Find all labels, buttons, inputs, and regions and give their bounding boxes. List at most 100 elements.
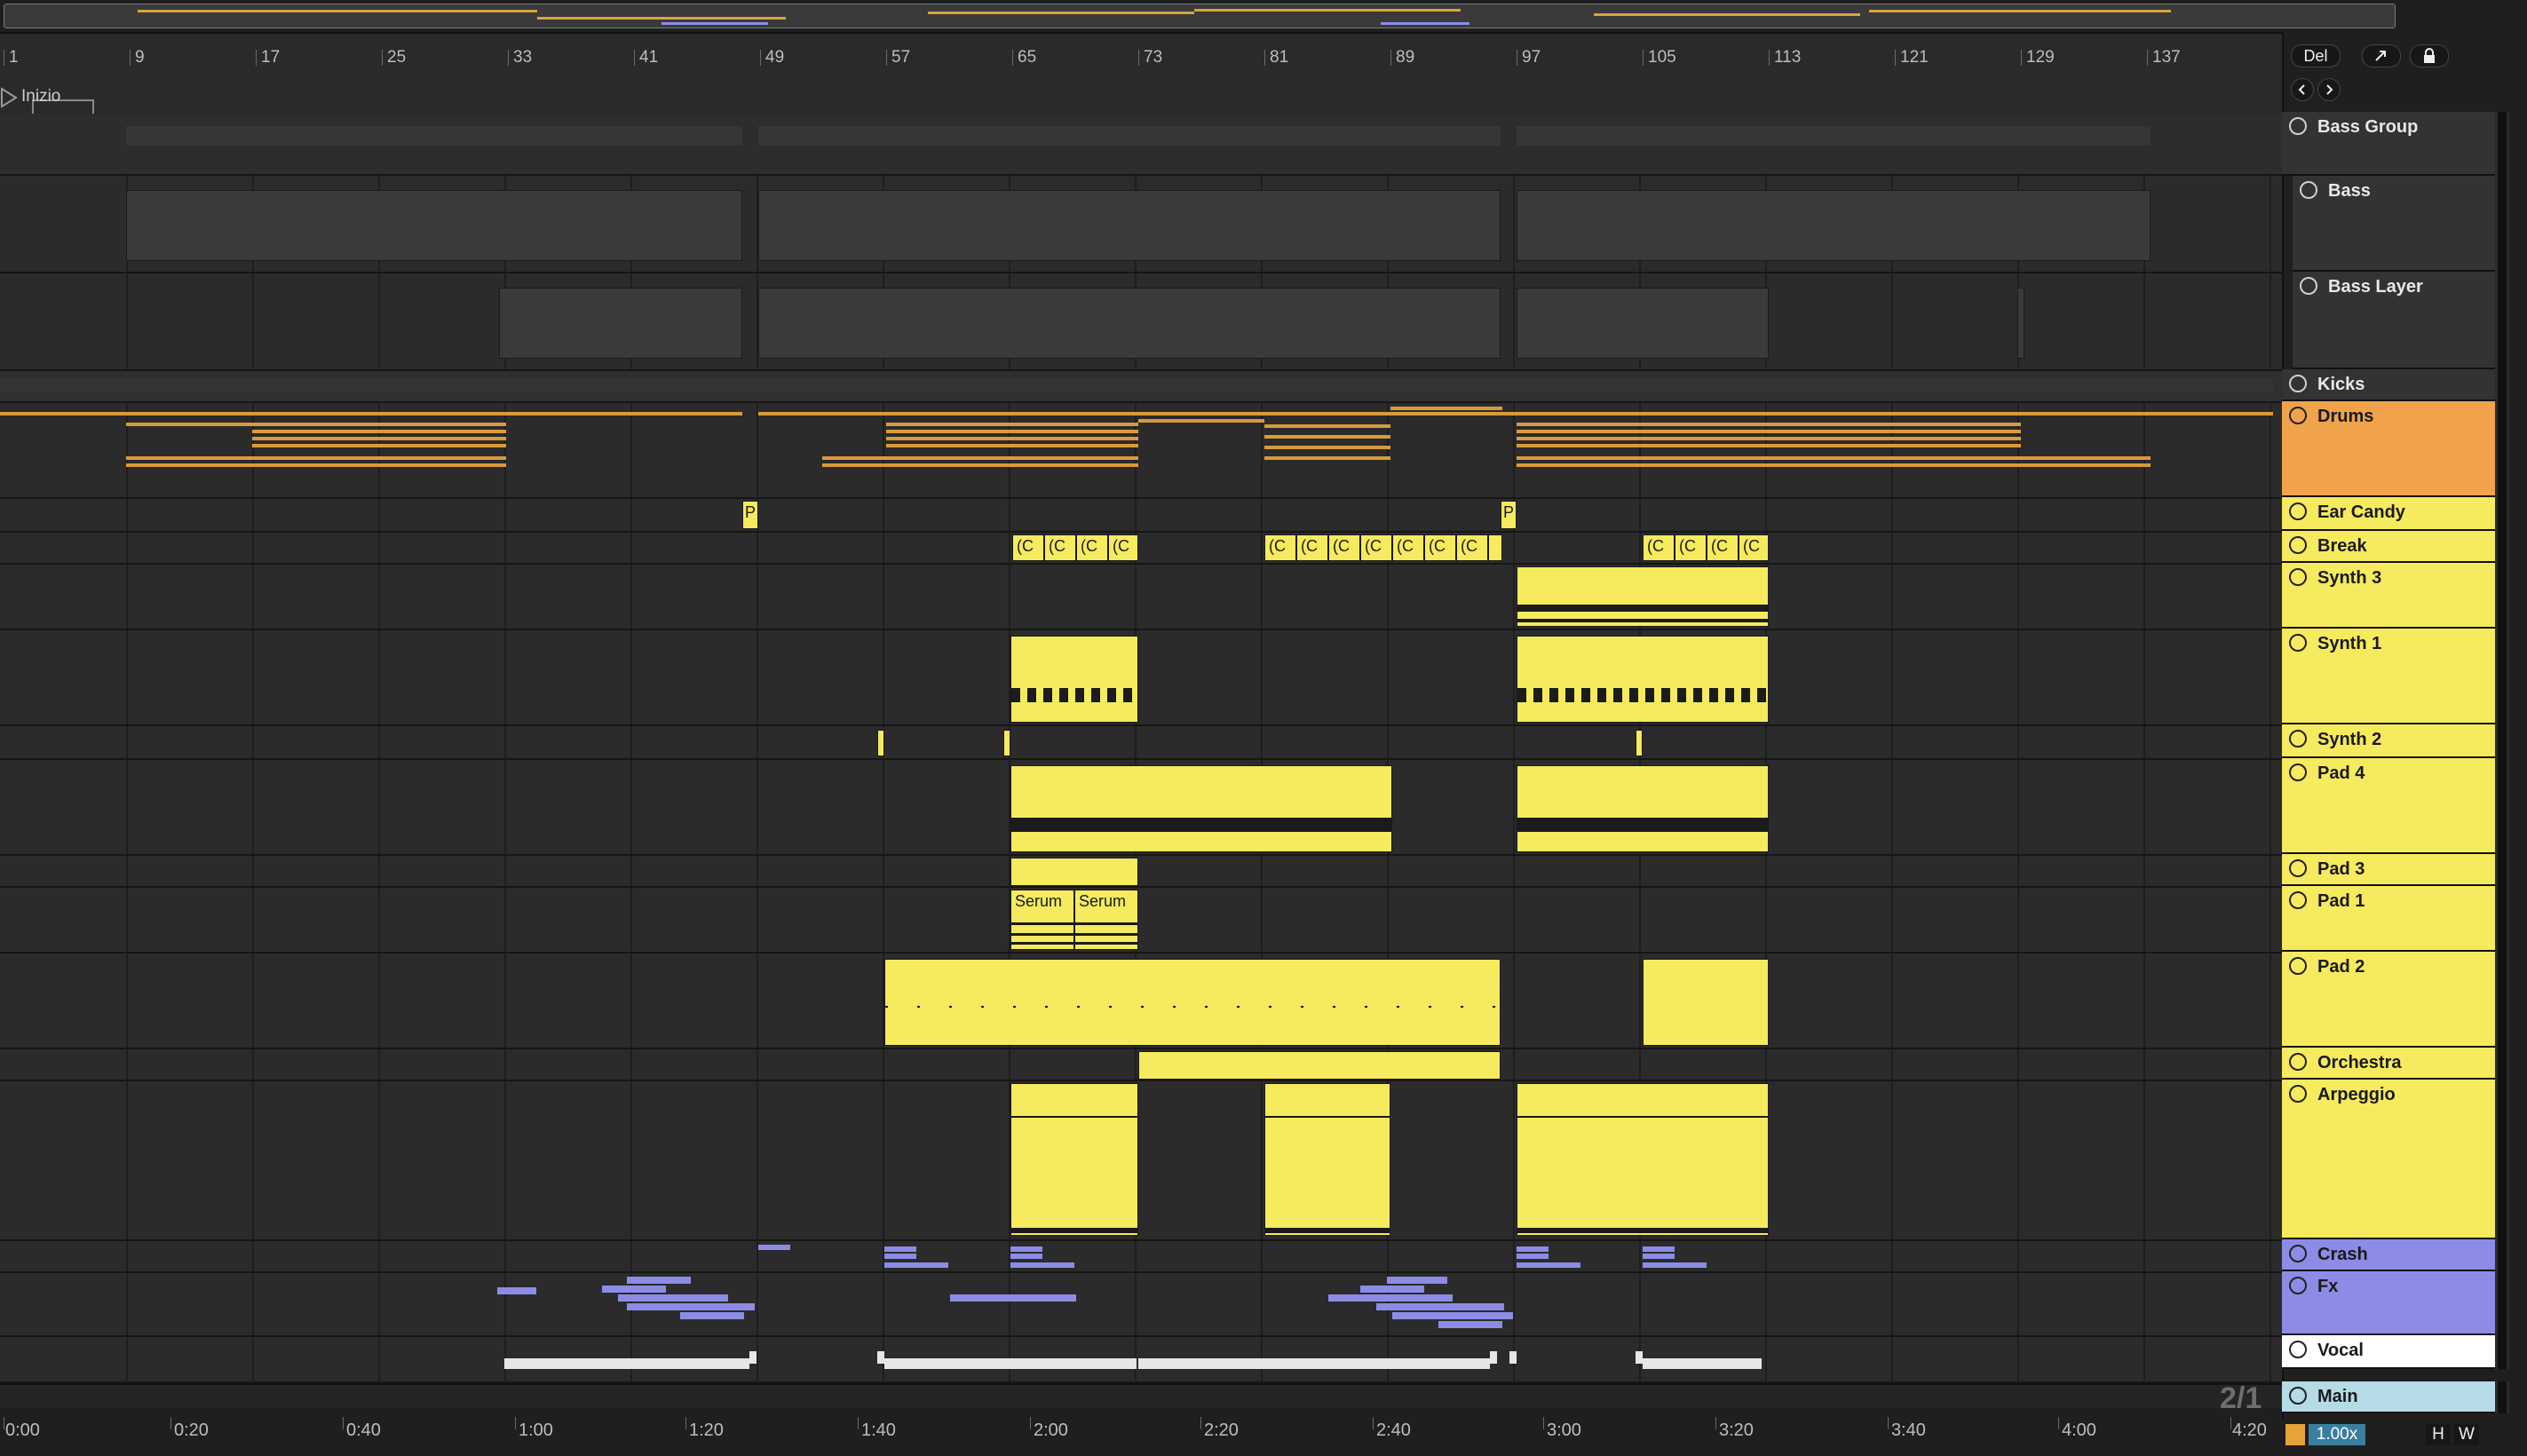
synth-2-clip[interactable] bbox=[877, 730, 884, 756]
synth-1-clip[interactable] bbox=[1517, 636, 1769, 723]
drum-clip[interactable] bbox=[252, 430, 506, 433]
lane-synth-3[interactable] bbox=[0, 565, 2282, 630]
tempo-follow-icon[interactable] bbox=[2285, 1424, 2305, 1445]
vocal-clip[interactable] bbox=[1138, 1358, 1490, 1369]
track-header-ear-candy[interactable]: Ear Candy bbox=[2282, 497, 2495, 531]
crash-clip[interactable] bbox=[1517, 1254, 1549, 1259]
arrow-right-icon[interactable] bbox=[2317, 78, 2341, 101]
pad-1-clip[interactable]: Serum bbox=[1074, 890, 1138, 950]
lane-break[interactable]: (C (C (C (C (C (C (C (C (C (C (C (C (C (… bbox=[0, 533, 2282, 565]
fx-clip[interactable] bbox=[627, 1277, 691, 1284]
chevron-down-icon[interactable] bbox=[2289, 568, 2307, 586]
break-clip[interactable]: (C bbox=[1360, 534, 1392, 561]
lane-pad-1[interactable]: Serum Serum bbox=[0, 888, 2282, 954]
arpeggio-clip[interactable] bbox=[1010, 1083, 1138, 1236]
drum-clip[interactable] bbox=[252, 444, 506, 447]
crash-clip[interactable] bbox=[1643, 1254, 1675, 1259]
drum-clip[interactable] bbox=[758, 412, 2273, 415]
synth-2-clip[interactable] bbox=[1636, 730, 1643, 756]
pad-1-clip[interactable]: Serum bbox=[1010, 890, 1074, 950]
bass-layer-clip[interactable] bbox=[2017, 288, 2024, 359]
start-marker-icon[interactable] bbox=[0, 87, 18, 108]
lane-synth-1[interactable] bbox=[0, 630, 2282, 726]
play-icon[interactable] bbox=[2289, 536, 2307, 554]
vocal-clip-edge[interactable] bbox=[749, 1351, 757, 1364]
bass-layer-clip[interactable] bbox=[499, 288, 742, 359]
track-header-crash[interactable]: Crash bbox=[2282, 1239, 2495, 1271]
break-clip[interactable]: (C bbox=[1264, 534, 1296, 561]
track-header-vocal[interactable]: Vocal bbox=[2282, 1335, 2495, 1369]
crash-clip[interactable] bbox=[1010, 1246, 1042, 1252]
vocal-clip[interactable] bbox=[1643, 1358, 1762, 1369]
vocal-clip-edge[interactable] bbox=[1636, 1351, 1643, 1364]
break-clip[interactable]: (C bbox=[1424, 534, 1456, 561]
arpeggio-clip[interactable] bbox=[1517, 1083, 1769, 1236]
break-clip[interactable]: (C bbox=[1328, 534, 1360, 561]
synth-3-clip[interactable] bbox=[1517, 566, 1769, 627]
lane-arpeggio[interactable] bbox=[0, 1081, 2282, 1241]
lane-pad-4[interactable] bbox=[0, 760, 2282, 856]
bass-clip[interactable] bbox=[1517, 190, 2151, 261]
expand-icon[interactable] bbox=[2362, 44, 2401, 67]
pad-4-clip[interactable] bbox=[1010, 765, 1392, 852]
lane-pad-3[interactable] bbox=[0, 856, 2282, 888]
crash-clip[interactable] bbox=[1517, 1246, 1549, 1252]
pad-2-clip[interactable] bbox=[1643, 959, 1769, 1046]
crash-clip[interactable] bbox=[1010, 1262, 1074, 1268]
start-marker-label[interactable]: Inizio bbox=[21, 87, 60, 107]
drum-clip[interactable] bbox=[1517, 444, 2021, 447]
fx-clip[interactable] bbox=[1328, 1294, 1453, 1302]
fx-clip[interactable] bbox=[602, 1286, 666, 1293]
drum-clip[interactable] bbox=[1517, 456, 2151, 460]
fx-clip[interactable] bbox=[1438, 1321, 1502, 1328]
group-fold-icon[interactable] bbox=[2289, 117, 2307, 135]
crash-clip[interactable] bbox=[884, 1262, 948, 1268]
bar-ruler[interactable]: 1 9 17 25 33 41 49 57 65 73 81 89 97 105… bbox=[0, 34, 2282, 117]
lane-vocal[interactable] bbox=[0, 1337, 2282, 1383]
break-clip[interactable]: (C bbox=[1456, 534, 1488, 561]
fx-clip[interactable] bbox=[497, 1287, 536, 1294]
h-toggle-button[interactable]: H bbox=[2426, 1424, 2451, 1445]
fx-clip[interactable] bbox=[680, 1312, 744, 1319]
break-clip[interactable]: (C bbox=[1707, 534, 1739, 561]
drum-clip[interactable] bbox=[886, 423, 1138, 426]
play-icon[interactable] bbox=[2289, 730, 2307, 748]
pad-4-clip[interactable] bbox=[1517, 765, 1769, 852]
time-ruler[interactable]: 0:00 0:20 0:40 1:00 1:20 1:40 2:00 2:20 … bbox=[0, 1408, 2282, 1456]
drum-clip[interactable] bbox=[886, 437, 1138, 440]
fx-clip[interactable] bbox=[1360, 1286, 1424, 1293]
vocal-clip[interactable] bbox=[884, 1358, 1137, 1369]
pad-2-clip[interactable] bbox=[884, 959, 1501, 1046]
bass-layer-clip[interactable] bbox=[1517, 288, 1769, 359]
track-header-bass-layer[interactable]: Bass Layer bbox=[2293, 272, 2495, 369]
crash-clip[interactable] bbox=[884, 1246, 916, 1252]
play-icon[interactable] bbox=[2289, 502, 2307, 520]
group-fold-icon[interactable] bbox=[2289, 1245, 2307, 1262]
group-fold-icon[interactable] bbox=[2289, 407, 2307, 424]
track-header-synth-2[interactable]: Synth 2 bbox=[2282, 724, 2495, 758]
drum-clip[interactable] bbox=[1390, 407, 1502, 410]
w-toggle-button[interactable]: W bbox=[2454, 1424, 2479, 1445]
drum-clip[interactable] bbox=[126, 463, 506, 467]
drum-clip[interactable] bbox=[1264, 456, 1390, 460]
fx-clip[interactable] bbox=[618, 1294, 728, 1302]
lane-ear-candy[interactable]: P P bbox=[0, 499, 2282, 533]
drum-clip[interactable] bbox=[126, 423, 506, 426]
arpeggio-clip[interactable] bbox=[1264, 1083, 1390, 1236]
fx-clip[interactable] bbox=[1392, 1312, 1513, 1319]
lane-crash[interactable] bbox=[0, 1241, 2282, 1273]
group-fold-icon[interactable] bbox=[2289, 1277, 2307, 1294]
drum-clip[interactable] bbox=[252, 437, 506, 440]
fx-clip[interactable] bbox=[627, 1303, 755, 1310]
chevron-down-icon[interactable] bbox=[2289, 764, 2307, 781]
break-clip[interactable]: (C bbox=[1675, 534, 1707, 561]
track-header-pad-2[interactable]: Pad 2 bbox=[2282, 952, 2495, 1048]
track-header-main[interactable]: Main bbox=[2282, 1381, 2495, 1413]
lane-kicks[interactable] bbox=[0, 371, 2282, 403]
pad-3-clip[interactable] bbox=[1010, 858, 1138, 886]
overview-navigator[interactable] bbox=[4, 4, 2396, 28]
chevron-down-icon[interactable] bbox=[2300, 277, 2317, 295]
play-icon[interactable] bbox=[2289, 859, 2307, 877]
lane-bass-layer[interactable] bbox=[0, 273, 2282, 371]
drum-clip[interactable] bbox=[1517, 423, 2021, 426]
